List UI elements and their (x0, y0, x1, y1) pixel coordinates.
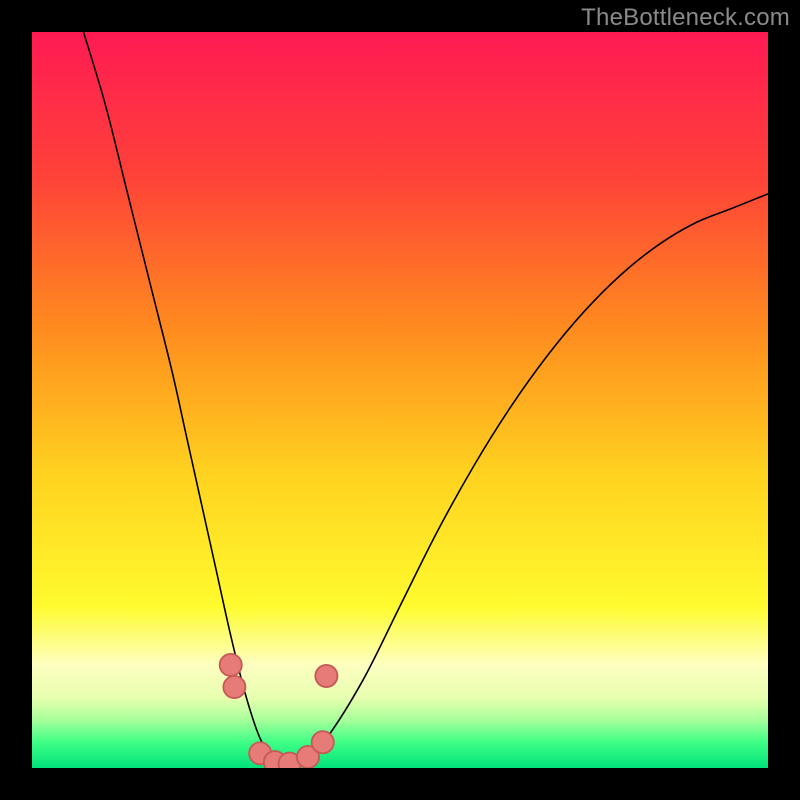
chart-frame: TheBottleneck.com (0, 0, 800, 800)
data-marker (315, 665, 337, 687)
data-marker (312, 731, 334, 753)
plot-area (32, 32, 768, 768)
bottleneck-chart (32, 32, 768, 768)
gradient-background (32, 32, 768, 768)
data-marker (223, 676, 245, 698)
watermark-text: TheBottleneck.com (581, 4, 790, 32)
data-marker (220, 654, 242, 676)
